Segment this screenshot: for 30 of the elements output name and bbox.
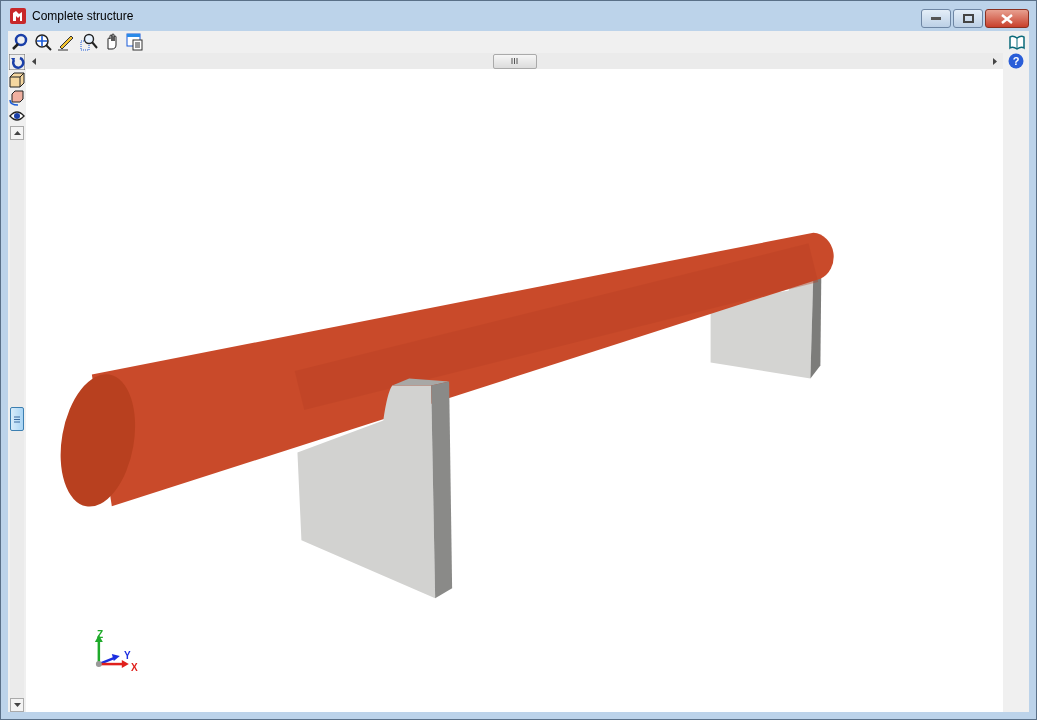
- book-icon[interactable]: [1008, 33, 1026, 51]
- minimize-button[interactable]: [921, 9, 951, 28]
- axis-label: X: [131, 663, 138, 673]
- scroll-down-button[interactable]: [10, 698, 24, 712]
- scroll-thumb[interactable]: [492, 53, 537, 69]
- help-icon[interactable]: ?: [1008, 53, 1024, 69]
- restore-button[interactable]: [953, 9, 983, 28]
- document-icon[interactable]: [126, 33, 144, 51]
- down-arrow-icon: [13, 703, 21, 707]
- scroll-left-icon[interactable]: [32, 57, 36, 65]
- zoom-window-icon[interactable]: [80, 33, 98, 51]
- scroll-thumb[interactable]: [10, 407, 24, 431]
- up-arrow-icon: [13, 131, 21, 135]
- scroll-up-button[interactable]: [10, 126, 24, 140]
- app-icon: [10, 8, 26, 24]
- horizontal-scrollbar[interactable]: [26, 53, 1003, 69]
- undo-icon[interactable]: [9, 54, 25, 70]
- vertical-scrollbar[interactable]: [10, 126, 24, 712]
- eye-icon[interactable]: [9, 108, 25, 124]
- pencil-icon[interactable]: [57, 33, 75, 51]
- scroll-right-icon[interactable]: [993, 57, 997, 65]
- close-button[interactable]: [985, 9, 1029, 28]
- axis-label: Y: [124, 651, 131, 661]
- zoom-extents-icon[interactable]: [34, 33, 52, 51]
- minimize-icon: [931, 16, 941, 21]
- close-icon: [1001, 13, 1013, 24]
- rotate-cube-icon[interactable]: [9, 90, 25, 106]
- window-title: Complete structure: [32, 9, 134, 23]
- cube-icon[interactable]: [9, 72, 25, 88]
- restore-icon: [962, 14, 974, 23]
